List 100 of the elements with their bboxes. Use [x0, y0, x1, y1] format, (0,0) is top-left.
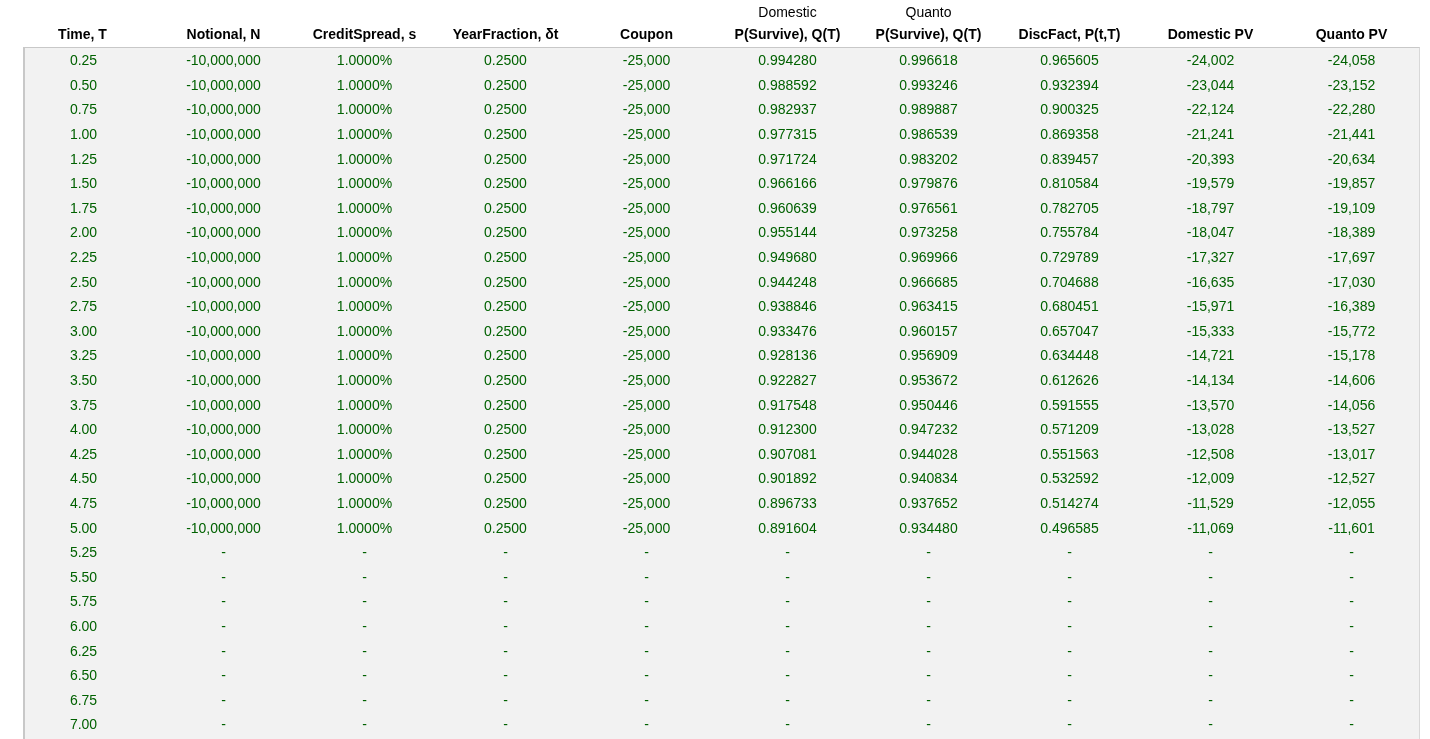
- table-cell: 0.680451: [1040, 297, 1099, 316]
- table-cell: 1.0000%: [336, 420, 393, 439]
- table-cell: -15,178: [1327, 346, 1376, 365]
- table-cell: -25,000: [622, 420, 671, 439]
- table-cell: -: [785, 641, 790, 660]
- table-cell: -25,000: [622, 125, 671, 144]
- table-cell: 0.2500: [484, 272, 527, 291]
- table-cell: -25,000: [622, 297, 671, 316]
- table-cell: -: [362, 666, 367, 685]
- table-cell: -: [1208, 690, 1213, 709]
- table-cell: 0.755784: [1040, 223, 1099, 242]
- table-cell: -24,002: [1186, 51, 1235, 70]
- table-cell: 0.514274: [1040, 494, 1099, 512]
- table-cell: 0.891604: [758, 518, 817, 537]
- table-cell: 0.956909: [899, 346, 958, 365]
- table-cell: 0.2500: [484, 444, 527, 463]
- table-cell: -25,000: [622, 75, 671, 94]
- table-cell: -25,000: [622, 272, 671, 291]
- table-cell: -: [503, 616, 508, 635]
- table-cell: 0.704688: [1040, 272, 1099, 291]
- column-header: Coupon: [620, 25, 673, 44]
- table-cell: 5.00: [69, 518, 98, 537]
- table-cell: -: [221, 567, 226, 586]
- table-cell: -25,000: [622, 395, 671, 414]
- table-cell: -: [362, 543, 367, 562]
- table-cell: 5.25: [69, 543, 98, 562]
- table-cell: 0.986539: [899, 125, 958, 144]
- table-cell: -21,241: [1186, 125, 1235, 144]
- table-cell: 4.75: [69, 494, 98, 512]
- table-cell: -: [644, 543, 649, 562]
- table-cell: -: [503, 592, 508, 611]
- table-cell: 0.25: [69, 51, 98, 70]
- table-cell: -: [785, 666, 790, 685]
- table-cell: 1.0000%: [336, 125, 393, 144]
- column-header: P(Survive), Q(T): [734, 25, 841, 44]
- table-cell: -: [926, 592, 931, 611]
- table-cell: -25,000: [622, 149, 671, 168]
- table-cell: -: [1349, 666, 1354, 685]
- table-cell: -16,389: [1327, 297, 1376, 316]
- table-cell: 0.2500: [484, 346, 527, 365]
- table-cell: -: [644, 616, 649, 635]
- table-cell: -10,000,000: [186, 272, 261, 291]
- column-header: Notional, N: [186, 25, 261, 44]
- table-cell: 0.634448: [1040, 346, 1099, 365]
- table-cell: -14,134: [1186, 371, 1235, 389]
- table-cell: 5.50: [69, 567, 98, 586]
- table-cell: -10,000,000: [186, 395, 261, 414]
- table-cell: -: [926, 715, 931, 734]
- table-cell: -: [503, 567, 508, 586]
- table-cell: -: [1067, 592, 1072, 611]
- table-cell: 1.0000%: [336, 444, 393, 463]
- table-cell: -11,529: [1187, 494, 1234, 512]
- table-cell: 0.2500: [484, 223, 527, 242]
- table-cell: 0.994280: [758, 51, 817, 70]
- table-cell: 0.496585: [1040, 518, 1099, 537]
- table-cell: -18,797: [1186, 198, 1235, 217]
- table-cell: 0.955144: [758, 223, 817, 242]
- table-cell: 0.988592: [758, 75, 817, 94]
- table-cell: -: [503, 715, 508, 734]
- table-cell: 0.983202: [899, 149, 958, 168]
- table-cell: -10,000,000: [186, 297, 261, 316]
- table-cell: -: [1067, 567, 1072, 586]
- table-cell: 0.869358: [1040, 125, 1099, 144]
- table-cell: -25,000: [622, 321, 671, 340]
- column-header: P(Survive), Q(T): [875, 25, 982, 44]
- column-header: DiscFact, P(t,T): [1018, 25, 1121, 44]
- table-cell: -10,000,000: [186, 518, 261, 537]
- table-cell: -: [221, 592, 226, 611]
- table-cell: -: [785, 616, 790, 635]
- table-cell: -: [926, 666, 931, 685]
- table-cell: -10,000,000: [186, 420, 261, 439]
- table-cell: -25,000: [622, 444, 671, 463]
- table-cell: -10,000,000: [186, 248, 261, 267]
- table-cell: -10,000,000: [186, 198, 261, 217]
- table-cell: -: [1067, 715, 1072, 734]
- table-cell: -: [503, 666, 508, 685]
- table-cell: -14,606: [1327, 371, 1376, 389]
- table-cell: -: [1349, 543, 1354, 562]
- table-cell: 1.0000%: [336, 469, 393, 488]
- table-cell: 1.0000%: [336, 297, 393, 316]
- table-cell: 0.896733: [758, 494, 817, 512]
- table-cell: -: [1349, 567, 1354, 586]
- table-cell: 0.949680: [758, 248, 817, 267]
- table-cell: -: [1208, 666, 1213, 685]
- table-cell: 0.571209: [1040, 420, 1099, 439]
- table-cell: 0.938846: [758, 297, 817, 316]
- table-cell: -: [221, 641, 226, 660]
- table-cell: 7.00: [69, 715, 98, 734]
- table-cell: -17,697: [1327, 248, 1376, 267]
- table-cell: 0.947232: [899, 420, 958, 439]
- table-cell: -: [1208, 616, 1213, 635]
- table-cell: -: [362, 641, 367, 660]
- table-cell: -: [1349, 715, 1354, 734]
- table-cell: 1.75: [69, 198, 98, 217]
- table-cell: 2.50: [69, 272, 98, 291]
- table-cell: 0.2500: [484, 321, 527, 340]
- table-cell: 0.977315: [758, 125, 817, 144]
- table-cell: 0.932394: [1040, 75, 1099, 94]
- table-cell: 0.782705: [1040, 198, 1099, 217]
- column-header: CreditSpread, s: [312, 25, 417, 44]
